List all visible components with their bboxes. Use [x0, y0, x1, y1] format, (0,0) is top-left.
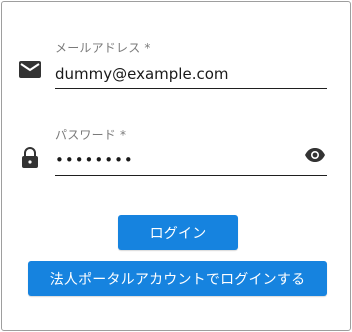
- lock-icon: [21, 146, 39, 170]
- email-input[interactable]: dummy@example.com: [55, 65, 229, 83]
- password-label: パスワード *: [55, 128, 127, 142]
- password-input[interactable]: ••••••••: [55, 151, 134, 169]
- login-card: メールアドレス * dummy@example.com パスワード * ••••…: [1, 1, 351, 331]
- email-label: メールアドレス *: [55, 41, 151, 55]
- eye-icon[interactable]: [304, 147, 326, 163]
- password-underline: [55, 175, 327, 176]
- login-button[interactable]: ログイン: [118, 215, 238, 250]
- email-underline: [55, 88, 327, 89]
- corporate-portal-login-button[interactable]: 法人ポータルアカウントでログインする: [28, 261, 327, 296]
- mail-icon: [18, 59, 42, 81]
